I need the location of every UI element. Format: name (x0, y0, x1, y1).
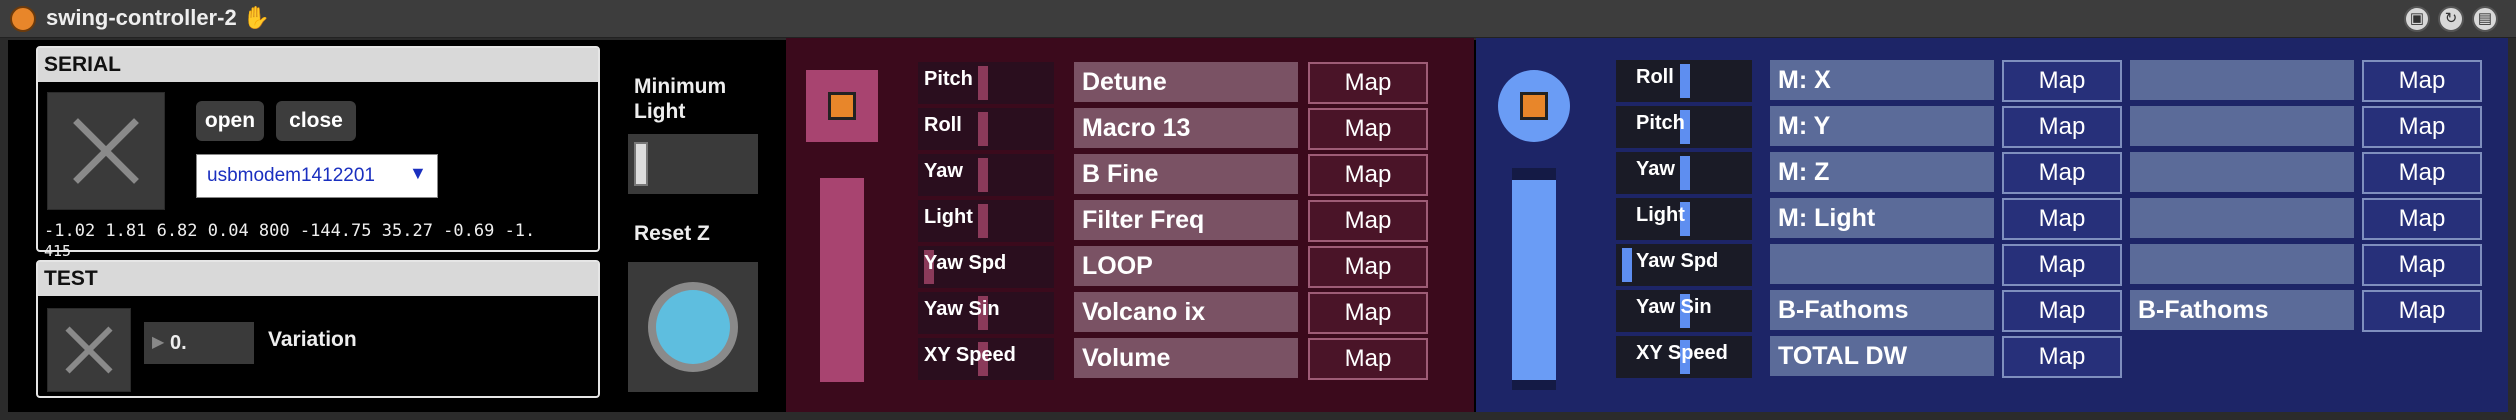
pink-macro-slot[interactable]: Filter Freq (1074, 200, 1298, 240)
pink-param-meter (978, 112, 988, 146)
pink-map-button[interactable]: Map (1308, 154, 1428, 196)
serial-values-cont: 415 (44, 242, 72, 260)
pink-map-button[interactable]: Map (1308, 108, 1428, 150)
pink-map-button[interactable]: Map (1308, 338, 1428, 380)
pink-param-meter (978, 66, 988, 100)
title-bar (0, 0, 2516, 38)
blue-param-label: Yaw Spd (1636, 250, 1719, 272)
blue-toggle-square (1520, 92, 1548, 120)
test-header: TEST (38, 262, 598, 296)
pink-level-meter (820, 178, 864, 382)
pink-param-label: Pitch (924, 68, 973, 90)
blue-param-label: Light (1636, 204, 1685, 226)
pink-toggle[interactable] (806, 70, 878, 142)
blue-param-label: XY Speed (1636, 342, 1728, 364)
blue-macro-slot-a[interactable]: TOTAL DW (1770, 336, 1994, 376)
blue-toggle[interactable] (1498, 70, 1570, 142)
refresh-icon[interactable]: ↻ (2438, 6, 2464, 32)
hot-swap-icon[interactable]: ▣ (2404, 6, 2430, 32)
blue-param-label: Pitch (1636, 112, 1685, 134)
pink-param-label: Yaw Spd (924, 252, 1007, 274)
blue-macro-slot-a[interactable]: M: Z (1770, 152, 1994, 192)
blue-map-button-b[interactable]: Map (2362, 106, 2482, 148)
device-activator-button[interactable] (10, 6, 36, 32)
blue-map-button-a[interactable]: Map (2002, 106, 2122, 148)
min-light-slider-handle[interactable] (634, 142, 648, 186)
pink-macro-slot[interactable]: Macro 13 (1074, 108, 1298, 148)
blue-level-meter (1512, 180, 1556, 380)
blue-map-button-b[interactable]: Map (2362, 152, 2482, 194)
blue-param-meter (1680, 156, 1690, 190)
blue-map-button-a[interactable]: Map (2002, 152, 2122, 194)
blue-macro-slot-a[interactable] (1770, 244, 1994, 284)
save-icon[interactable]: ▤ (2472, 6, 2498, 32)
pink-param-meter (978, 204, 988, 238)
blue-map-button-b[interactable]: Map (2362, 290, 2482, 332)
blue-macro-slot-a[interactable]: M: X (1770, 60, 1994, 100)
blue-level-meter-track (1512, 168, 1556, 390)
blue-map-button-a[interactable]: Map (2002, 198, 2122, 240)
pink-macro-slot[interactable]: LOOP (1074, 246, 1298, 286)
blue-param-meter (1680, 64, 1690, 98)
serial-header: SERIAL (38, 48, 598, 82)
blue-macro-slot-b[interactable] (2130, 198, 2354, 238)
pink-macro-slot[interactable]: B Fine (1074, 154, 1298, 194)
blue-map-button-b[interactable]: Map (2362, 244, 2482, 286)
blue-param-label: Roll (1636, 66, 1674, 88)
pink-macro-slot[interactable]: Volume (1074, 338, 1298, 378)
open-button[interactable]: open (196, 101, 264, 141)
pink-param-meter (978, 158, 988, 192)
blue-macro-slot-b[interactable] (2130, 106, 2354, 146)
reset-z-button[interactable] (628, 262, 758, 392)
chevron-down-icon: ▼ (409, 163, 427, 183)
port-dropdown[interactable]: usbmodem1412201 ▼ (196, 154, 438, 198)
pink-param-label: Roll (924, 114, 962, 136)
pink-map-button[interactable]: Map (1308, 200, 1428, 242)
blue-param-meter (1622, 248, 1632, 282)
blue-param-label: Yaw Sin (1636, 296, 1712, 318)
pink-param-label: Light (924, 206, 973, 228)
blue-macro-slot-b[interactable] (2130, 60, 2354, 100)
variation-number-box[interactable]: ▶ 0. (144, 322, 254, 364)
device-title: swing-controller-2 ✋ (46, 5, 270, 31)
reset-z-label: Reset Z (634, 222, 710, 245)
blue-macro-slot-b[interactable] (2130, 152, 2354, 192)
pink-macro-slot[interactable]: Volcano ix (1074, 292, 1298, 332)
triangle-right-icon: ▶ (152, 334, 165, 351)
hand-icon: ✋ (242, 5, 271, 30)
blue-map-button-b[interactable]: Map (2362, 60, 2482, 102)
close-button[interactable]: close (276, 101, 356, 141)
blue-map-button-a[interactable]: Map (2002, 244, 2122, 286)
pink-map-button[interactable]: Map (1308, 246, 1428, 288)
serial-toggle-x[interactable] (47, 92, 165, 210)
min-light-label: Minimum Light (634, 75, 727, 123)
pink-param-label: XY Speed (924, 344, 1016, 366)
blue-map-button-b[interactable]: Map (2362, 198, 2482, 240)
blue-param-label: Yaw (1636, 158, 1675, 180)
reset-z-circle (656, 290, 730, 364)
blue-map-button-a[interactable]: Map (2002, 60, 2122, 102)
blue-map-button-a[interactable]: Map (2002, 290, 2122, 332)
variation-number-value: 0. (170, 332, 187, 354)
blue-macro-slot-b[interactable]: B-Fathoms (2130, 290, 2354, 330)
blue-macro-slot-b[interactable] (2130, 244, 2354, 284)
min-light-slider[interactable] (628, 134, 758, 194)
pink-param-label: Yaw Sin (924, 298, 1000, 320)
blue-macro-slot-a[interactable]: B-Fathoms (1770, 290, 1994, 330)
serial-values: -1.02 1.81 6.82 0.04 800 -144.75 35.27 -… (44, 221, 536, 241)
pink-toggle-square (828, 92, 856, 120)
pink-macro-slot[interactable]: Detune (1074, 62, 1298, 102)
blue-map-button-a[interactable]: Map (2002, 336, 2122, 378)
pink-map-button[interactable]: Map (1308, 62, 1428, 104)
blue-macro-slot-a[interactable]: M: Y (1770, 106, 1994, 146)
pink-map-button[interactable]: Map (1308, 292, 1428, 334)
test-toggle-x[interactable] (47, 308, 131, 392)
pink-param-label: Yaw (924, 160, 963, 182)
port-value: usbmodem1412201 (207, 165, 375, 186)
blue-macro-slot-a[interactable]: M: Light (1770, 198, 1994, 238)
device-title-text: swing-controller-2 (46, 5, 237, 30)
variation-label: Variation (268, 328, 357, 351)
